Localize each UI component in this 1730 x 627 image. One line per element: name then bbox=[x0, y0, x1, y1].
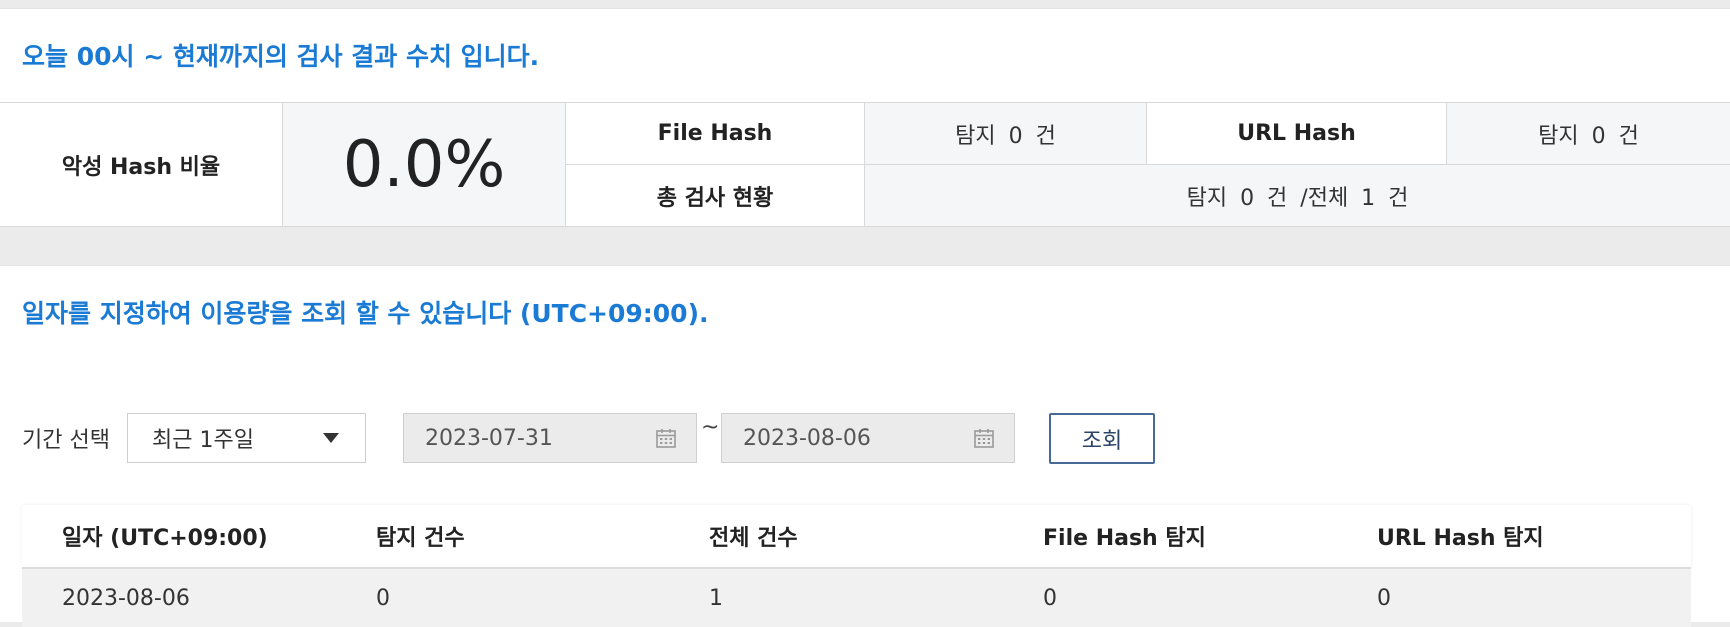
search-button[interactable]: 조회 bbox=[1049, 413, 1155, 464]
cell-total: 1 bbox=[709, 585, 723, 611]
period-label: 기간 선택 bbox=[22, 428, 110, 453]
summary-stats-grid: 악성 Hash 비율 0.0% File Hash 탐지 0 건 URL Has… bbox=[0, 102, 1730, 227]
malicious-ratio-label: 악성 Hash 비율 bbox=[0, 103, 283, 227]
start-date-value: 2023-07-31 bbox=[425, 425, 553, 451]
cell-url-hash: 0 bbox=[1377, 585, 1391, 611]
column-header-url-hash[interactable]: URL Hash 탐지 bbox=[1377, 505, 1544, 567]
column-header-date[interactable]: 일자 (UTC+09:00) bbox=[62, 505, 268, 567]
file-hash-label: File Hash bbox=[566, 103, 865, 165]
column-header-file-hash[interactable]: File Hash 탐지 bbox=[1043, 505, 1206, 567]
usage-table: 일자 (UTC+09:00) 탐지 건수 전체 건수 File Hash 탐지 … bbox=[22, 505, 1691, 627]
end-date-value: 2023-08-06 bbox=[743, 425, 871, 451]
cell-date: 2023-08-06 bbox=[62, 585, 190, 611]
cell-file-hash: 0 bbox=[1043, 585, 1057, 611]
column-header-detections[interactable]: 탐지 건수 bbox=[376, 505, 465, 567]
range-query-panel: 기간 선택 최근 1주일 2023-07-31 ~ 2023-08-06 조회 bbox=[0, 360, 1730, 627]
calendar-icon[interactable] bbox=[654, 426, 678, 450]
end-date-input[interactable]: 2023-08-06 bbox=[721, 413, 1015, 463]
url-hash-value: 탐지 0 건 bbox=[1447, 103, 1730, 165]
period-select-value: 최근 1주일 bbox=[152, 428, 254, 453]
malicious-ratio-value: 0.0% bbox=[283, 103, 566, 227]
date-range-separator: ~ bbox=[701, 415, 720, 440]
table-header-row: 일자 (UTC+09:00) 탐지 건수 전체 건수 File Hash 탐지 … bbox=[22, 505, 1691, 569]
dropdown-caret-icon bbox=[323, 433, 339, 443]
range-title: 일자를 지정하여 이용량을 조회 할 수 있습니다 (UTC+09:00). bbox=[22, 299, 709, 328]
table-row: 2023-08-06 0 1 0 0 bbox=[22, 569, 1691, 627]
total-inspection-value: 탐지 0 건 /전체 1 건 bbox=[865, 165, 1730, 227]
total-inspection-label: 총 검사 현황 bbox=[566, 165, 865, 227]
range-header-panel: 일자를 지정하여 이용량을 조회 할 수 있습니다 (UTC+09:00). bbox=[0, 265, 1730, 362]
calendar-icon[interactable] bbox=[972, 426, 996, 450]
url-hash-label: URL Hash bbox=[1147, 103, 1447, 165]
column-header-total[interactable]: 전체 건수 bbox=[709, 505, 798, 567]
file-hash-value: 탐지 0 건 bbox=[865, 103, 1147, 165]
start-date-input[interactable]: 2023-07-31 bbox=[403, 413, 697, 463]
today-summary-panel: 오늘 00시 ~ 현재까지의 검사 결과 수치 입니다. 악성 Hash 비율 … bbox=[0, 8, 1730, 227]
top-strip bbox=[0, 0, 1730, 8]
period-select[interactable]: 최근 1주일 bbox=[127, 413, 366, 463]
today-summary-title: 오늘 00시 ~ 현재까지의 검사 결과 수치 입니다. bbox=[22, 42, 540, 71]
cell-detections: 0 bbox=[376, 585, 390, 611]
